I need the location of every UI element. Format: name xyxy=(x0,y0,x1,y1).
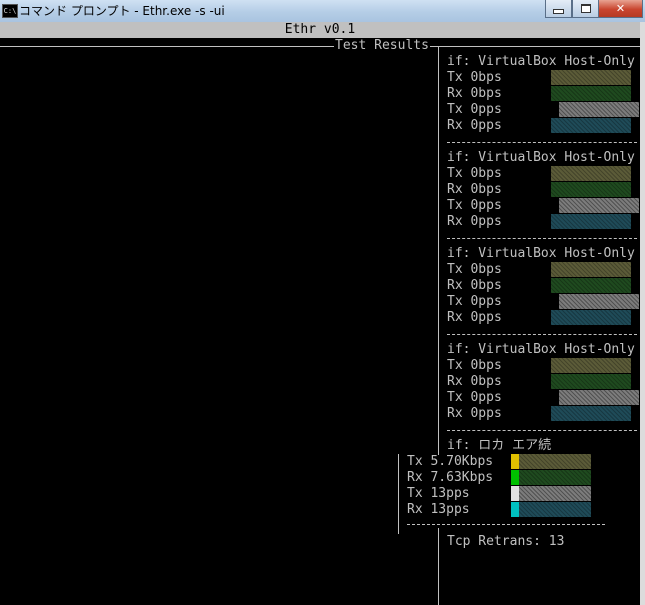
close-button[interactable]: ✕ xyxy=(599,0,643,18)
bar-fill xyxy=(511,486,519,501)
rx-bps-label: Rx 0bps xyxy=(447,86,502,101)
tx-pps-label: Tx 13pps xyxy=(407,486,470,501)
tx-bps-label: Tx 0bps xyxy=(447,166,502,181)
panel-divider-upper xyxy=(438,46,439,455)
bar-fill xyxy=(511,502,519,517)
tx-bps-bar xyxy=(551,70,631,85)
rx-pps-bar xyxy=(551,406,631,421)
tx-bps-label: Tx 0bps xyxy=(447,358,502,373)
rx-pps-label: Rx 0pps xyxy=(447,310,502,325)
rx-pps-bar xyxy=(551,310,631,325)
interface-separator xyxy=(447,142,637,143)
interface-separator xyxy=(447,238,637,239)
bar-fill xyxy=(511,470,519,485)
window-title-bar[interactable]: C:\ コマンド プロンプト - Ethr.exe -s -ui ✕ xyxy=(0,0,645,22)
rx-bps-bar xyxy=(551,374,631,389)
panel-divider-lower xyxy=(438,528,439,605)
overflow-left-border xyxy=(398,454,399,534)
rx-bps-label: Rx 0bps xyxy=(447,374,502,389)
tx-pps-bar xyxy=(511,486,591,501)
tx-bps-bar xyxy=(551,358,631,373)
tx-pps-bar xyxy=(559,198,639,213)
close-icon: ✕ xyxy=(615,2,626,15)
rx-bps-label: Rx 7.63Kbps xyxy=(407,470,494,485)
console-area[interactable]: Ethr v0.1 Test Results if: VirtualBox Ho… xyxy=(0,22,640,605)
tx-bps-bar xyxy=(511,454,591,469)
rx-bps-label: Rx 0bps xyxy=(447,278,502,293)
rx-bps-bar xyxy=(551,182,631,197)
window-controls: ✕ xyxy=(545,0,643,18)
rx-pps-label: Rx 13pps xyxy=(407,502,470,517)
interface-name: if: VirtualBox Host-Only xyxy=(447,246,635,261)
bar-fill xyxy=(511,454,519,469)
interface-name: if: VirtualBox Host-Only xyxy=(447,150,635,165)
rx-pps-bar xyxy=(551,214,631,229)
console-app-icon[interactable]: C:\ xyxy=(2,4,18,18)
tx-pps-label: Tx 0pps xyxy=(447,294,502,309)
tx-bps-bar xyxy=(551,262,631,277)
maximize-button[interactable] xyxy=(572,0,599,18)
interface-name: if: VirtualBox Host-Only xyxy=(447,342,635,357)
tx-bps-label: Tx 0bps xyxy=(447,70,502,85)
tx-bps-bar xyxy=(551,166,631,181)
rx-pps-label: Rx 0pps xyxy=(447,406,502,421)
rx-bps-label: Rx 0bps xyxy=(447,182,502,197)
tx-bps-label: Tx 5.70Kbps xyxy=(407,454,494,469)
interface-separator xyxy=(447,334,637,335)
minimize-button[interactable] xyxy=(545,0,572,18)
app-header: Ethr v0.1 xyxy=(0,22,640,38)
rx-bps-bar xyxy=(551,86,631,101)
tx-pps-bar xyxy=(559,102,639,117)
tx-pps-label: Tx 0pps xyxy=(447,198,502,213)
rx-pps-bar xyxy=(551,118,631,133)
tx-pps-bar xyxy=(559,390,639,405)
rx-pps-bar xyxy=(511,502,591,517)
rx-pps-label: Rx 0pps xyxy=(447,118,502,133)
interface-separator xyxy=(447,430,637,431)
maximize-icon xyxy=(580,4,591,13)
tx-pps-label: Tx 0pps xyxy=(447,102,502,117)
console-scrollbar[interactable] xyxy=(640,22,645,605)
interface-name: if: VirtualBox Host-Only xyxy=(447,54,635,69)
minimize-icon xyxy=(553,9,564,14)
interface-name: if: ロカ エア続 xyxy=(447,438,552,453)
tx-bps-label: Tx 0bps xyxy=(447,262,502,277)
tx-pps-bar xyxy=(559,294,639,309)
tcp-retrans-count: Tcp Retrans: 13 xyxy=(447,534,565,549)
interface-separator xyxy=(407,524,605,525)
test-results-title: Test Results xyxy=(334,38,430,54)
rx-bps-bar xyxy=(511,470,591,485)
tx-pps-label: Tx 0pps xyxy=(447,390,502,405)
rx-pps-label: Rx 0pps xyxy=(447,214,502,229)
window-title: コマンド プロンプト - Ethr.exe -s -ui xyxy=(19,4,225,18)
results-top-border xyxy=(0,46,640,47)
rx-bps-bar xyxy=(551,278,631,293)
